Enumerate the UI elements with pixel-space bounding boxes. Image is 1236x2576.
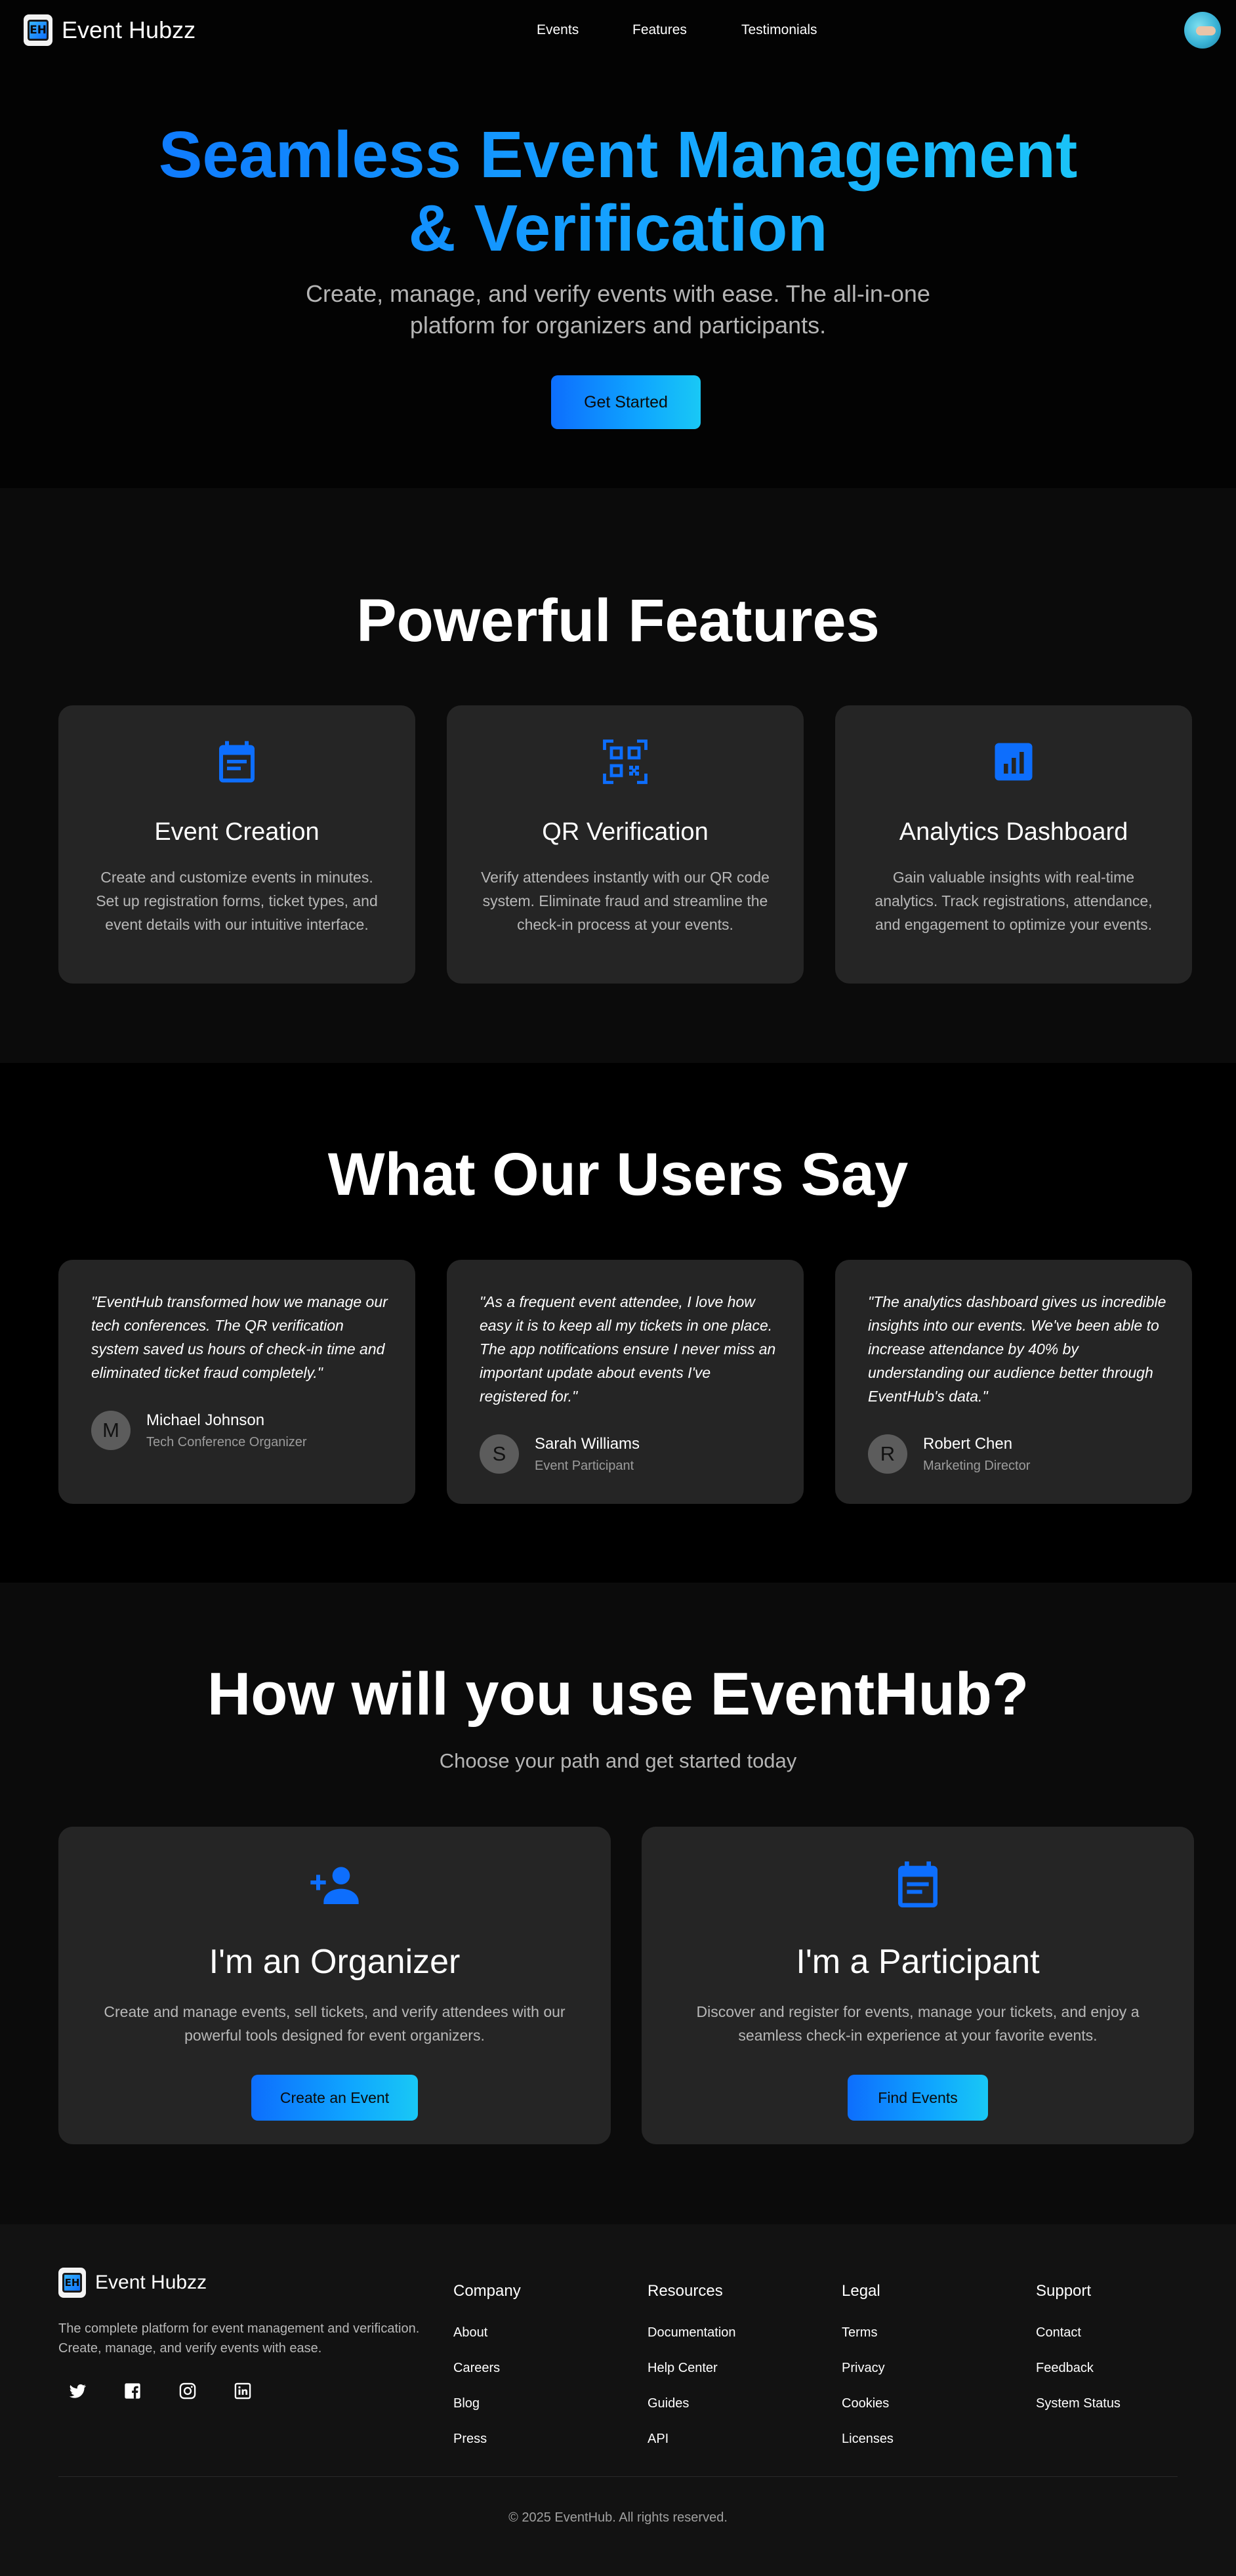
find-events-button[interactable]: Find Events xyxy=(848,2075,988,2121)
footer-link-guides[interactable]: Guides xyxy=(648,2396,689,2411)
footer-link-help-center[interactable]: Help Center xyxy=(648,2361,718,2376)
testimonials-title: What Our Users Say xyxy=(327,1141,909,1208)
twitter-icon[interactable] xyxy=(66,2379,89,2403)
footer-column-resources: Resources Documentation Help Center Guid… xyxy=(648,2282,736,2446)
testimonial-author: M Michael Johnson Tech Conference Organi… xyxy=(91,1411,307,1450)
hero-title-line2: & Verification xyxy=(408,192,828,265)
footer-link-contact[interactable]: Contact xyxy=(1036,2325,1081,2340)
footer-link-feedback[interactable]: Feedback xyxy=(1036,2361,1094,2376)
features-section: Powerful Features Event Creation Create … xyxy=(0,488,1236,1063)
footer-column-title: Resources xyxy=(648,2282,723,2300)
footer-brand-name: Event Hubzz xyxy=(95,2272,207,2293)
participant-card: I'm a Participant Discover and register … xyxy=(642,1827,1194,2144)
footer-link-documentation[interactable]: Documentation xyxy=(648,2325,736,2340)
instagram-icon[interactable] xyxy=(176,2379,199,2403)
calendar-icon xyxy=(219,741,255,783)
use-card-desc: Discover and register for events, manage… xyxy=(696,2003,1140,2044)
facebook-icon[interactable] xyxy=(121,2379,144,2403)
footer-link-blog[interactable]: Blog xyxy=(453,2396,480,2411)
page: EH Event Hubzz Events Features Testimoni… xyxy=(0,0,1236,2576)
testimonial-author: S Sarah Williams Event Participant xyxy=(480,1434,640,1474)
footer: EH Event Hubzz The complete platform for… xyxy=(0,2224,1236,2576)
testimonial-quote: "EventHub transformed how we manage our … xyxy=(91,1293,388,1381)
organizer-card: I'm an Organizer Create and manage event… xyxy=(58,1827,611,2144)
author-name: Sarah Williams xyxy=(535,1434,640,1453)
avatar: M xyxy=(91,1411,131,1450)
use-section: How will you use EventHub? Choose your p… xyxy=(0,1583,1236,2224)
feature-title: Analytics Dashboard xyxy=(899,818,1128,846)
get-started-button[interactable]: Get Started xyxy=(551,375,701,429)
hero-title: Seamless Event Management & Verification xyxy=(0,118,1236,265)
testimonial-author: R Robert Chen Marketing Director xyxy=(868,1434,1030,1474)
features-title: Powerful Features xyxy=(356,587,880,654)
use-title: How will you use EventHub? xyxy=(207,1661,1029,1728)
footer-link-cookies[interactable]: Cookies xyxy=(842,2396,889,2411)
footer-column-title: Legal xyxy=(842,2282,880,2300)
linkedin-icon[interactable] xyxy=(231,2379,255,2403)
feature-desc: Gain valuable insights with real-time an… xyxy=(875,869,1153,933)
user-avatar[interactable] xyxy=(1184,12,1221,49)
copyright: © 2025 EventHub. All rights reserved. xyxy=(508,2510,728,2525)
feature-title: Event Creation xyxy=(154,818,319,846)
top-nav: EH Event Hubzz Events Features Testimoni… xyxy=(0,0,1236,62)
footer-link-press[interactable]: Press xyxy=(453,2432,487,2447)
hero-subtitle: Create, manage, and verify events with e… xyxy=(306,280,930,339)
footer-link-about[interactable]: About xyxy=(453,2325,487,2340)
nav-links: Events Features Testimonials xyxy=(0,0,1236,62)
author-role: Tech Conference Organizer xyxy=(146,1434,307,1449)
social-links xyxy=(66,2379,286,2403)
qr-code-icon xyxy=(603,739,648,784)
feature-card-qr-verification: QR Verification Verify attendees instant… xyxy=(447,705,804,984)
testimonial-quote: "The analytics dashboard gives us incred… xyxy=(868,1293,1166,1405)
nav-link-testimonials[interactable]: Testimonials xyxy=(741,22,817,38)
footer-column-company: Company About Careers Blog Press xyxy=(453,2282,521,2446)
hero-section: Seamless Event Management & Verification… xyxy=(0,62,1236,488)
logo-icon: EH xyxy=(58,2268,86,2298)
logo-glyph: EH xyxy=(62,2273,82,2293)
footer-logo[interactable]: EH Event Hubzz xyxy=(58,2268,207,2298)
author-role: Event Participant xyxy=(535,1458,634,1473)
nav-link-events[interactable]: Events xyxy=(537,22,579,38)
avatar-image xyxy=(1196,26,1216,35)
hero-title-line1: Seamless Event Management xyxy=(158,118,1078,192)
use-card-title: I'm an Organizer xyxy=(209,1943,461,1981)
testimonial-card: "The analytics dashboard gives us incred… xyxy=(835,1260,1192,1504)
footer-link-api[interactable]: API xyxy=(648,2432,669,2447)
nav-link-features[interactable]: Features xyxy=(632,22,687,38)
footer-description: The complete platform for event manageme… xyxy=(58,2321,420,2356)
avatar: R xyxy=(868,1434,907,1474)
use-card-desc: Create and manage events, sell tickets, … xyxy=(104,2003,566,2044)
feature-title: QR Verification xyxy=(542,818,709,846)
footer-link-licenses[interactable]: Licenses xyxy=(842,2432,894,2447)
add-user-icon xyxy=(310,1867,359,1904)
use-subtitle: Choose your path and get started today xyxy=(439,1749,797,1772)
footer-link-careers[interactable]: Careers xyxy=(453,2361,500,2376)
footer-link-terms[interactable]: Terms xyxy=(842,2325,877,2340)
analytics-icon xyxy=(995,743,1033,781)
author-role: Marketing Director xyxy=(923,1458,1031,1473)
testimonial-quote: "As a frequent event attendee, I love ho… xyxy=(480,1293,776,1405)
feature-desc: Verify attendees instantly with our QR c… xyxy=(481,869,770,933)
footer-link-system-status[interactable]: System Status xyxy=(1036,2396,1121,2411)
feature-card-analytics: Analytics Dashboard Gain valuable insigh… xyxy=(835,705,1192,984)
footer-column-support: Support Contact Feedback System Status xyxy=(1036,2282,1121,2411)
feature-card-event-creation: Event Creation Create and customize even… xyxy=(58,705,415,984)
footer-link-privacy[interactable]: Privacy xyxy=(842,2361,885,2376)
author-name: Robert Chen xyxy=(923,1434,1013,1453)
testimonial-card: "EventHub transformed how we manage our … xyxy=(58,1260,415,1504)
calendar-icon xyxy=(898,1861,937,1907)
footer-column-legal: Legal Terms Privacy Cookies Licenses xyxy=(842,2282,894,2446)
create-event-button[interactable]: Create an Event xyxy=(251,2075,418,2121)
testimonial-card: "As a frequent event attendee, I love ho… xyxy=(447,1260,804,1504)
testimonials-section: What Our Users Say "EventHub transformed… xyxy=(0,1063,1236,1583)
author-name: Michael Johnson xyxy=(146,1411,265,1429)
footer-column-title: Support xyxy=(1036,2282,1092,2300)
use-card-title: I'm a Participant xyxy=(796,1943,1040,1981)
avatar: S xyxy=(480,1434,519,1474)
footer-column-title: Company xyxy=(453,2282,521,2300)
footer-divider xyxy=(58,2476,1178,2477)
feature-desc: Create and customize events in minutes. … xyxy=(96,869,378,933)
